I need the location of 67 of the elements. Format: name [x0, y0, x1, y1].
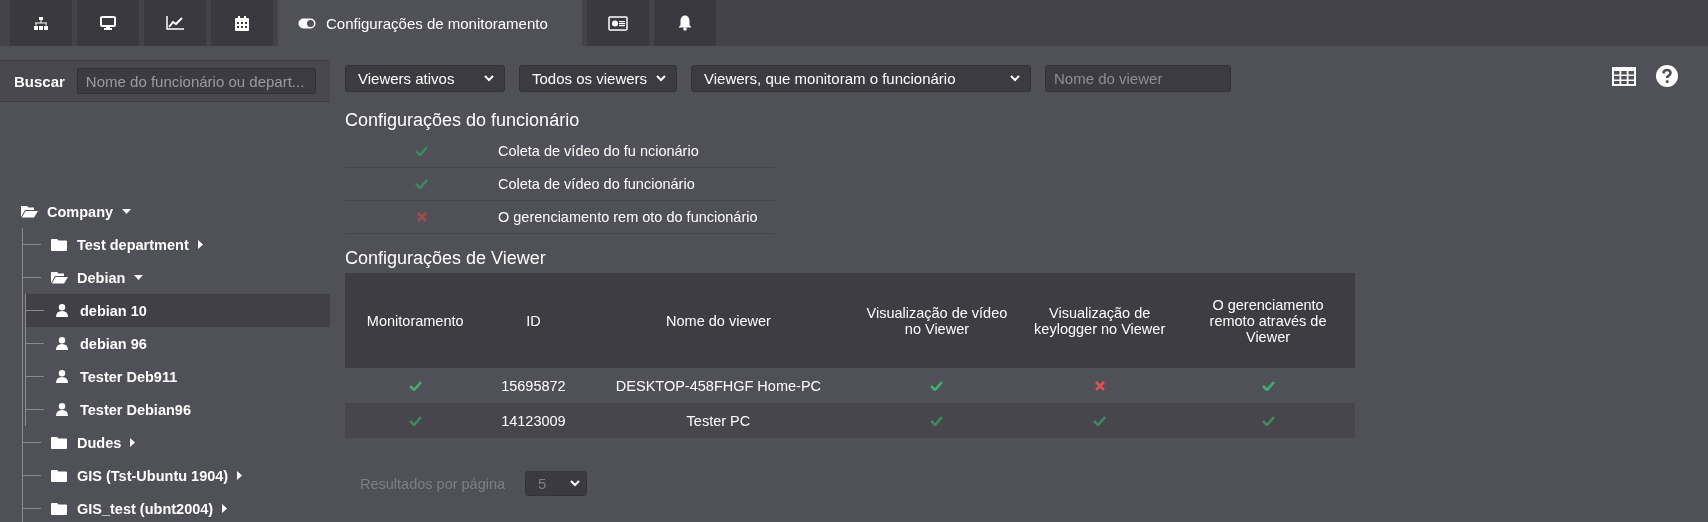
- filter-dropdown[interactable]: Todos os viewers: [519, 65, 677, 92]
- chevron-down-icon: [656, 75, 666, 82]
- table-cell: 15695872: [485, 368, 582, 403]
- nav-tab[interactable]: [77, 0, 139, 46]
- table-icon[interactable]: [1612, 66, 1636, 86]
- caret-right-icon: [237, 471, 244, 480]
- tree-item[interactable]: Debian: [23, 261, 330, 294]
- column-header: Nome do viewer: [581, 273, 856, 368]
- folder-icon: [51, 238, 67, 251]
- caret-right-icon: [222, 504, 229, 513]
- tree-item[interactable]: Dudes: [23, 426, 330, 459]
- column-header: ID: [485, 273, 582, 368]
- setting-label: O gerenciamento rem oto do funcionário: [498, 209, 758, 225]
- table-cell: DESKTOP-458FHGF Home-PC: [581, 368, 856, 403]
- nav-tab[interactable]: [586, 0, 649, 46]
- setting-label: Coleta de vídeo do fu ncionário: [498, 143, 699, 159]
- toggle-icon: [298, 17, 316, 29]
- tree-item[interactable]: Test department: [23, 228, 330, 261]
- tree-item[interactable]: GIS_test (ubnt2004): [23, 492, 330, 522]
- tree-item[interactable]: Tester Deb911: [26, 360, 330, 393]
- id-card-icon: [607, 15, 628, 31]
- tree-item[interactable]: debian 96: [26, 327, 330, 360]
- tree-item[interactable]: debian 10: [26, 294, 330, 327]
- chevron-down-icon: [1010, 75, 1020, 82]
- chevron-down-icon: [570, 480, 581, 487]
- search-field[interactable]: Nome do funcionário ou depart...: [76, 68, 316, 94]
- open-folder-icon: [50, 271, 68, 284]
- table-cell: Tester PC: [581, 403, 856, 438]
- setting-label: Coleta de vídeo do funcionário: [498, 176, 695, 192]
- caret-right-icon: [130, 438, 137, 447]
- bell-icon: [677, 15, 692, 31]
- nav-tab[interactable]: [144, 0, 206, 46]
- calendar-icon: [235, 15, 249, 31]
- tree-item[interactable]: Company: [20, 195, 330, 228]
- user-icon: [56, 304, 68, 317]
- table-cell: 14123009: [485, 403, 582, 438]
- monitor-icon: [100, 16, 116, 30]
- nav-tab[interactable]: [653, 0, 716, 46]
- caret-right-icon: [197, 240, 204, 249]
- nav-tab[interactable]: [211, 0, 273, 46]
- section-title: Configurações do funcionário: [345, 110, 581, 131]
- filter-dropdown[interactable]: Viewers, que monitoram o funcionário: [691, 65, 1031, 92]
- caret-down-icon: [134, 274, 144, 281]
- tree-item[interactable]: Tester Debian96: [26, 393, 330, 426]
- open-folder-icon: [20, 205, 38, 218]
- folder-icon: [51, 436, 67, 449]
- viewer-name-field[interactable]: Nome do viewer: [1045, 65, 1231, 92]
- column-header: O gerenciamento remoto através de Viewer: [1181, 273, 1355, 368]
- caret-down-icon: [122, 208, 132, 215]
- line-chart-icon: [166, 16, 184, 30]
- user-icon: [56, 370, 68, 383]
- help-icon[interactable]: [1656, 65, 1678, 87]
- user-icon: [56, 337, 68, 350]
- column-header: Visualização de vídeo no Viewer: [855, 273, 1019, 368]
- section-title: Configurações de Viewer: [345, 248, 547, 269]
- tree-item[interactable]: GIS (Tst-Ubuntu 1904): [23, 459, 330, 492]
- user-icon: [56, 403, 68, 416]
- sitemap-icon: [34, 16, 48, 30]
- column-header: Visualização de keylogger no Viewer: [1018, 273, 1182, 368]
- nav-tab[interactable]: Configurações de monitoramento: [278, 0, 582, 46]
- nav-tab[interactable]: [10, 0, 72, 46]
- column-header: Monitoramento: [345, 273, 486, 368]
- folder-icon: [51, 502, 67, 515]
- search-label: Buscar: [14, 72, 65, 90]
- filter-dropdown[interactable]: Viewers ativos: [345, 65, 505, 92]
- folder-icon: [51, 469, 67, 482]
- chevron-down-icon: [484, 75, 494, 82]
